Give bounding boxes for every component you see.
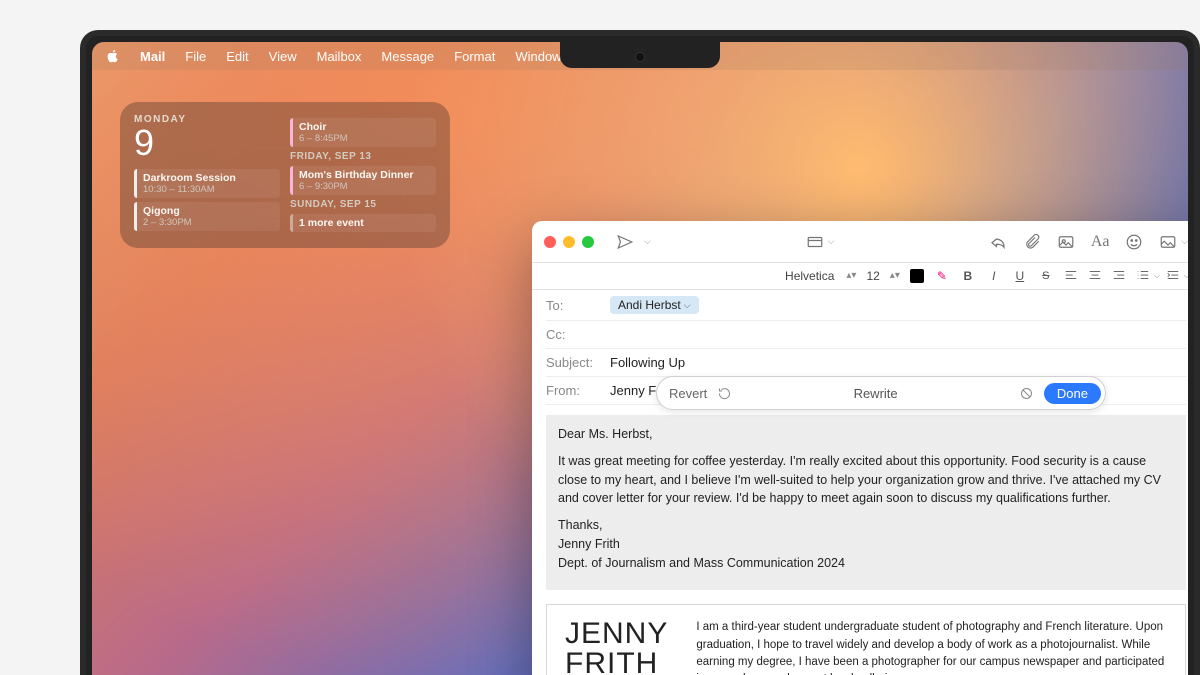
size-stepper[interactable]: ▴▾	[890, 273, 900, 279]
header-dropdown[interactable]: ⌵	[828, 236, 835, 247]
menubar-app[interactable]: Mail	[140, 49, 165, 64]
rewrite-label: Rewrite	[741, 386, 1010, 401]
revert-cycle-icon[interactable]	[715, 384, 733, 402]
desktop: Mail File Edit View Mailbox Message Form…	[92, 42, 1188, 675]
attachment-preview[interactable]: JENNY FRITH I am a third-year student un…	[546, 604, 1186, 675]
menubar-message[interactable]: Message	[381, 49, 434, 64]
photo-icon[interactable]	[1053, 229, 1079, 255]
widget-day-header: FRIDAY, SEP 13	[290, 151, 436, 162]
rewrite-toolbar: Revert Rewrite Done	[656, 376, 1106, 410]
menubar-mailbox[interactable]: Mailbox	[317, 49, 362, 64]
align-left-icon[interactable]	[1064, 268, 1078, 285]
underline-button[interactable]: U	[1012, 269, 1028, 283]
strike-button[interactable]: S	[1038, 270, 1054, 282]
align-center-icon[interactable]	[1088, 268, 1102, 285]
menubar-format[interactable]: Format	[454, 49, 495, 64]
attach-icon[interactable]	[1019, 229, 1045, 255]
widget-event[interactable]: Choir 6 – 8:45PM	[290, 118, 436, 147]
indent-icon[interactable]	[1166, 268, 1180, 285]
widget-event[interactable]: Mom's Birthday Dinner 6 – 9:30PM	[290, 166, 436, 195]
done-button[interactable]: Done	[1044, 383, 1101, 404]
widget-more-events[interactable]: 1 more event	[290, 214, 436, 232]
calendar-widget[interactable]: MONDAY 9 Darkroom Session 10:30 – 11:30A…	[120, 102, 450, 248]
menubar-window[interactable]: Window	[515, 49, 561, 64]
menubar-view[interactable]: View	[269, 49, 297, 64]
apple-icon[interactable]	[106, 49, 120, 63]
font-stepper[interactable]: ▴▾	[846, 273, 856, 279]
cc-row[interactable]: Cc:	[546, 321, 1186, 349]
format-icon[interactable]: Aa	[1087, 229, 1113, 255]
menubar-edit[interactable]: Edit	[226, 49, 248, 64]
media-browser-icon[interactable]	[1155, 229, 1181, 255]
widget-event[interactable]: Qigong 2 – 3:30PM	[134, 202, 280, 231]
compose-window: ⌵ ⌵ Aa ⌵ Helvetica ▴▾	[532, 221, 1188, 675]
widget-day-number: 9	[134, 125, 280, 161]
list-icon[interactable]	[1136, 268, 1150, 285]
recipient-pill[interactable]: Andi Herbst⌵	[610, 296, 699, 314]
italic-button[interactable]: I	[986, 269, 1002, 283]
send-icon[interactable]	[612, 229, 638, 255]
align-right-icon[interactable]	[1112, 268, 1126, 285]
attachment-bio: I am a third-year student undergraduate …	[696, 619, 1167, 675]
to-row[interactable]: To: Andi Herbst⌵	[546, 290, 1186, 321]
compose-toolbar: ⌵ ⌵ Aa ⌵	[532, 221, 1188, 263]
format-bar: Helvetica ▴▾ 12 ▴▾ ✎ B I U S ⌵ ⌵	[532, 263, 1188, 290]
minimize-button[interactable]	[563, 236, 575, 248]
bold-button[interactable]: B	[960, 269, 976, 283]
compose-body[interactable]: Dear Ms. Herbst, It was great meeting fo…	[532, 405, 1188, 675]
color-swatch[interactable]	[910, 269, 924, 283]
revert-button[interactable]: Revert	[669, 386, 707, 401]
subject-value[interactable]: Following Up	[610, 355, 685, 370]
zoom-button[interactable]	[582, 236, 594, 248]
message-text[interactable]: Dear Ms. Herbst, It was great meeting fo…	[546, 415, 1186, 590]
compose-headers: To: Andi Herbst⌵ Cc: Subject: Following …	[532, 290, 1188, 405]
reply-icon[interactable]	[985, 229, 1011, 255]
laptop-frame: Mail File Edit View Mailbox Message Form…	[80, 30, 1200, 675]
widget-day-label: MONDAY	[134, 114, 280, 125]
from-row[interactable]: From: Jenny Fri Revert Rewrite Done	[546, 377, 1186, 405]
subject-row[interactable]: Subject: Following Up	[546, 349, 1186, 377]
attachment-name: JENNY FRITH	[565, 619, 668, 675]
font-size[interactable]: 12	[866, 269, 879, 283]
chevron-down-icon[interactable]: ⌵	[684, 300, 691, 311]
widget-event[interactable]: Darkroom Session 10:30 – 11:30AM	[134, 169, 280, 198]
block-icon[interactable]	[1018, 384, 1036, 402]
font-select[interactable]: Helvetica	[785, 269, 834, 283]
menubar-file[interactable]: File	[185, 49, 206, 64]
send-dropdown[interactable]: ⌵	[644, 236, 651, 247]
highlighter-icon[interactable]: ✎	[934, 269, 950, 283]
widget-day-header: SUNDAY, SEP 15	[290, 199, 436, 210]
notch	[560, 42, 720, 68]
emoji-icon[interactable]	[1121, 229, 1147, 255]
header-fields-icon[interactable]	[802, 229, 828, 255]
media-dropdown[interactable]: ⌵	[1181, 236, 1188, 247]
close-button[interactable]	[544, 236, 556, 248]
